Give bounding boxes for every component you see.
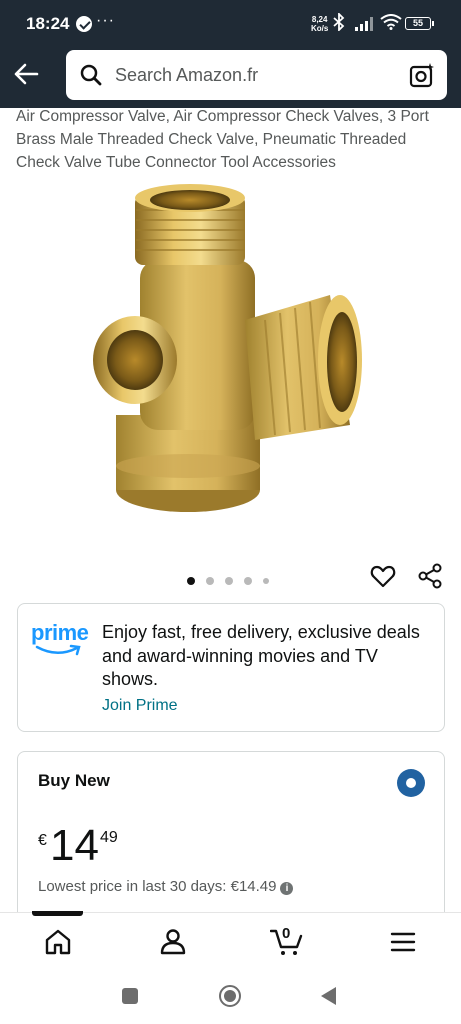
join-prime-link[interactable]: Join Prime	[102, 697, 178, 715]
carousel-dot-1[interactable]	[187, 576, 195, 585]
lowest-price-text: Lowest price in last 30 days: €14.49	[38, 878, 277, 895]
share-icon[interactable]	[417, 563, 443, 589]
prime-description: Enjoy fast, free delivery, exclusive dea…	[102, 622, 420, 689]
messenger-icon	[76, 16, 92, 32]
search-input[interactable]: Search Amazon.fr	[115, 65, 258, 86]
carousel-dot-5[interactable]	[263, 577, 269, 584]
wifi-icon	[380, 14, 402, 35]
home-button[interactable]	[219, 985, 241, 1007]
recent-apps-button[interactable]	[122, 988, 138, 1004]
menu-icon[interactable]	[388, 927, 418, 957]
lowest-price-note: Lowest price in last 30 days: €14.49 i	[38, 878, 294, 895]
search-icon	[80, 64, 102, 86]
back-arrow-icon	[14, 63, 39, 85]
system-nav-bar	[0, 972, 461, 1024]
price-whole: 14	[50, 821, 99, 870]
prime-logo: prime	[31, 620, 89, 645]
status-bar: 18:24 ··· 8,24 Ko/s 55	[0, 0, 461, 48]
price-fraction: 49	[100, 829, 118, 846]
network-speed: 8,24 Ko/s	[311, 15, 328, 33]
camera-search-icon[interactable]	[409, 62, 435, 88]
product-title[interactable]: Air Compressor Valve, Air Compressor Che…	[16, 105, 448, 174]
carousel-dot-4[interactable]	[244, 576, 252, 585]
prime-smile-icon	[35, 644, 81, 656]
prime-promo-card: prime Enjoy fast, free delivery, exclusi…	[17, 603, 445, 732]
carousel-dot-3[interactable]	[225, 576, 233, 585]
network-speed-value: 8,24	[311, 15, 328, 24]
status-time: 18:24	[26, 14, 70, 33]
back-button[interactable]	[12, 60, 40, 88]
active-tab-indicator	[32, 911, 83, 916]
network-speed-unit: Ko/s	[311, 24, 329, 33]
wishlist-heart-icon[interactable]	[370, 563, 396, 589]
buy-new-title: Buy New	[38, 771, 110, 790]
product-image[interactable]	[80, 180, 380, 530]
search-bar[interactable]: Search Amazon.fr	[66, 50, 447, 100]
cart-count: 0	[282, 925, 291, 942]
signal-icon	[355, 17, 375, 31]
account-icon[interactable]	[158, 927, 188, 957]
home-icon[interactable]	[43, 927, 73, 957]
carousel-dot-2[interactable]	[206, 576, 214, 585]
image-carousel-dots[interactable]	[187, 572, 280, 585]
buy-new-radio[interactable]	[397, 769, 425, 797]
info-icon[interactable]: i	[280, 882, 294, 895]
more-notifications-icon: ···	[96, 12, 115, 29]
system-back-button[interactable]	[321, 987, 336, 1005]
bluetooth-icon	[333, 11, 345, 36]
battery-icon: 55	[405, 17, 434, 30]
price-currency: €	[38, 832, 47, 849]
top-bar: 18:24 ··· 8,24 Ko/s 55 Search Amazon.fr	[0, 0, 461, 108]
bottom-nav: 0	[0, 911, 461, 972]
